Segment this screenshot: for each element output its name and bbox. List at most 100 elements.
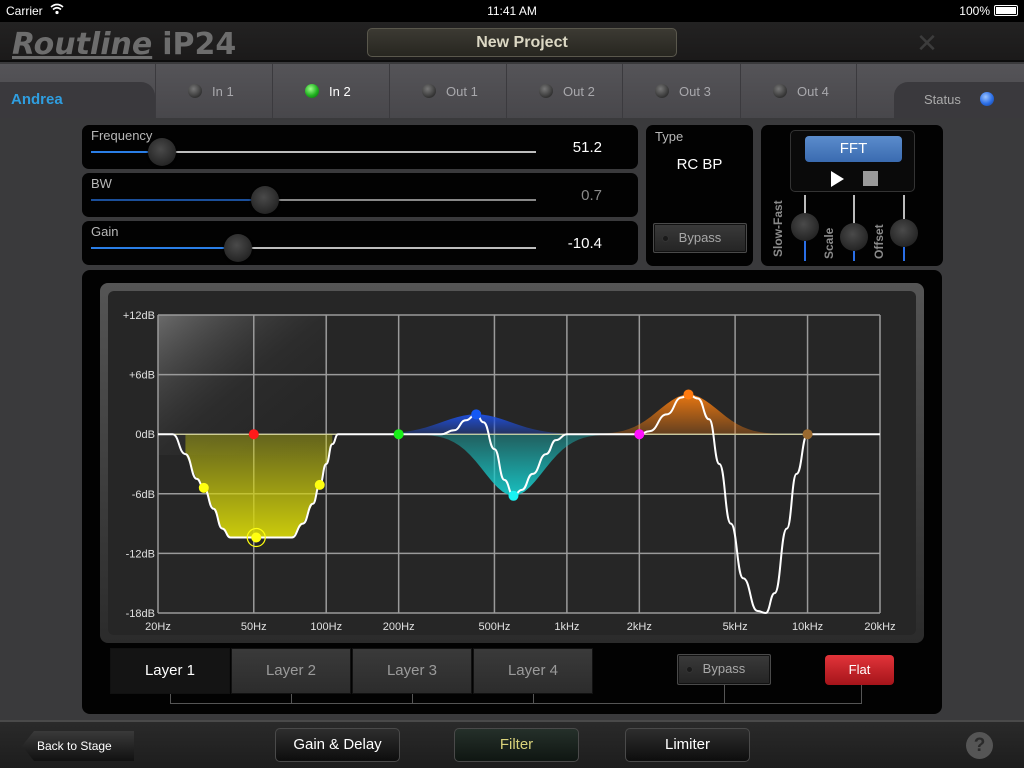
bw-slider[interactable] xyxy=(91,186,536,214)
connector-line xyxy=(724,685,725,704)
channel-tab-in-2[interactable]: In 2 xyxy=(272,64,389,118)
slider-knob[interactable] xyxy=(250,186,279,214)
knob-handle[interactable] xyxy=(791,213,819,241)
frequency-slider[interactable] xyxy=(91,138,536,166)
status-label: Status xyxy=(924,92,961,107)
layer-tab-4[interactable]: Layer 4 xyxy=(473,648,593,694)
control-point-magenta[interactable] xyxy=(634,429,645,440)
channel-label: Out 4 xyxy=(797,84,829,99)
band-bypass-button[interactable]: Bypass xyxy=(653,223,747,253)
x-tick-label: 5kHz xyxy=(723,621,748,633)
bw-value: 0.7 xyxy=(581,187,602,204)
filter-type-value[interactable]: RC BP xyxy=(646,156,753,173)
connector-line xyxy=(291,694,292,704)
y-tick-label: 0dB xyxy=(135,429,155,441)
battery-percent: 100% xyxy=(959,4,990,18)
flat-button[interactable]: Flat xyxy=(825,655,894,685)
bw-label: BW xyxy=(91,176,112,191)
slow-fast-label: Slow-Fast xyxy=(771,200,785,257)
channel-tab-out-4[interactable]: Out 4 xyxy=(740,64,857,118)
control-point-brown[interactable] xyxy=(802,429,813,440)
stop-icon[interactable] xyxy=(863,171,878,186)
knob-handle[interactable] xyxy=(890,219,918,247)
connector-line xyxy=(533,694,534,704)
user-box[interactable]: Andrea xyxy=(0,82,155,118)
logo-model: iP24 xyxy=(162,27,237,62)
eq-frame: 20Hz 50Hz 100Hz 200Hz 500Hz 1kHz 2kHz 5kHz 10kHz… xyxy=(100,283,924,643)
scale-label: Scale xyxy=(822,227,836,259)
tools-icon[interactable]: ✕ xyxy=(912,28,942,58)
channel-bar: Andrea In 1 In 2 Out 1 Out 2 Out 3 Out 4… xyxy=(0,64,1024,118)
knob-handle[interactable] xyxy=(840,223,868,251)
bw-slider-panel: BW 0.7 xyxy=(82,173,638,217)
control-point-cyan[interactable] xyxy=(508,490,519,501)
gain-value: -10.4 xyxy=(567,235,602,252)
offset-knob[interactable] xyxy=(890,195,918,263)
x-tick-label: 10kHz xyxy=(792,621,823,633)
eq-screen: 20Hz 50Hz 100Hz 200Hz 500Hz 1kHz 2kHz 5kHz 10kHz… xyxy=(108,291,916,635)
logo-brand: Routline xyxy=(12,27,153,62)
y-tick-label: -6dB xyxy=(132,489,155,501)
layer-tab-1[interactable]: Layer 1 xyxy=(110,648,230,694)
bypass-led-icon xyxy=(662,235,669,242)
control-point-blue[interactable] xyxy=(471,409,482,420)
channel-label: In 1 xyxy=(212,84,234,99)
status-bar: Carrier 11:41 AM 100% xyxy=(0,0,1024,22)
limiter-button[interactable]: Limiter xyxy=(625,728,750,762)
gain-delay-button[interactable]: Gain & Delay xyxy=(275,728,400,762)
connector-line xyxy=(170,703,862,704)
x-tick-label: 200Hz xyxy=(383,621,415,633)
control-point-orange[interactable] xyxy=(683,389,694,400)
channel-tab-out-3[interactable]: Out 3 xyxy=(622,64,739,118)
gain-slider[interactable] xyxy=(91,234,536,262)
slow-fast-knob[interactable] xyxy=(791,195,819,263)
bottom-nav: Back to Stage Gain & Delay Filter Limite… xyxy=(0,720,1024,768)
status-indicator: Status xyxy=(894,82,1024,118)
control-point-yellow-left[interactable] xyxy=(198,482,209,493)
control-point-yellow-center[interactable] xyxy=(251,532,262,543)
channel-label: In 2 xyxy=(329,84,351,99)
bypass-label: Bypass xyxy=(678,230,722,245)
channel-led-icon xyxy=(188,84,202,98)
gain-slider-panel: Gain -10.4 xyxy=(82,221,638,265)
frequency-label: Frequency xyxy=(91,128,153,143)
layer-tab-3[interactable]: Layer 3 xyxy=(352,648,472,694)
play-icon[interactable] xyxy=(831,171,844,187)
gain-label: Gain xyxy=(91,224,119,239)
filter-button[interactable]: Filter xyxy=(454,728,579,762)
scale-knob[interactable] xyxy=(840,195,868,263)
y-tick-label: -12dB xyxy=(126,548,155,560)
channel-tab-out-2[interactable]: Out 2 xyxy=(506,64,623,118)
channel-led-icon xyxy=(422,84,436,98)
fft-controls: FFT xyxy=(790,130,915,192)
channel-led-icon xyxy=(305,84,319,98)
channel-led-icon xyxy=(773,84,787,98)
channel-tab-out-1[interactable]: Out 1 xyxy=(389,64,506,118)
channel-tab-in-1[interactable]: In 1 xyxy=(155,64,272,118)
slider-knob[interactable] xyxy=(148,138,177,166)
eq-graph[interactable]: 20Hz 50Hz 100Hz 200Hz 500Hz 1kHz 2kHz 5kHz 10kHz… xyxy=(108,291,916,635)
x-tick-label: 1kHz xyxy=(554,621,579,633)
control-point-yellow-right[interactable] xyxy=(314,479,325,490)
x-tick-label: 2kHz xyxy=(627,621,652,633)
fft-button[interactable]: FFT xyxy=(805,136,902,162)
layer-tab-2[interactable]: Layer 2 xyxy=(231,648,351,694)
frequency-slider-panel: Frequency 51.2 xyxy=(82,125,638,169)
channel-label: Out 1 xyxy=(446,84,478,99)
knob-track xyxy=(853,195,855,225)
y-tick-label: +6dB xyxy=(129,370,155,382)
control-point-green[interactable] xyxy=(393,429,404,440)
knob-track xyxy=(804,195,806,215)
slider-knob[interactable] xyxy=(223,234,252,262)
layer-bypass-button[interactable]: Bypass xyxy=(677,654,771,685)
x-tick-label: 50Hz xyxy=(241,621,267,633)
knob-level xyxy=(804,241,806,261)
channel-label: Out 2 xyxy=(563,84,595,99)
help-icon[interactable]: ? xyxy=(966,732,993,759)
x-tick-label: 20kHz xyxy=(864,621,895,633)
project-title-button[interactable]: New Project xyxy=(367,28,677,57)
control-point-red[interactable] xyxy=(248,429,259,440)
knob-level xyxy=(903,247,905,261)
back-to-stage-button[interactable]: Back to Stage xyxy=(22,731,134,761)
x-tick-label: 20Hz xyxy=(145,621,171,633)
